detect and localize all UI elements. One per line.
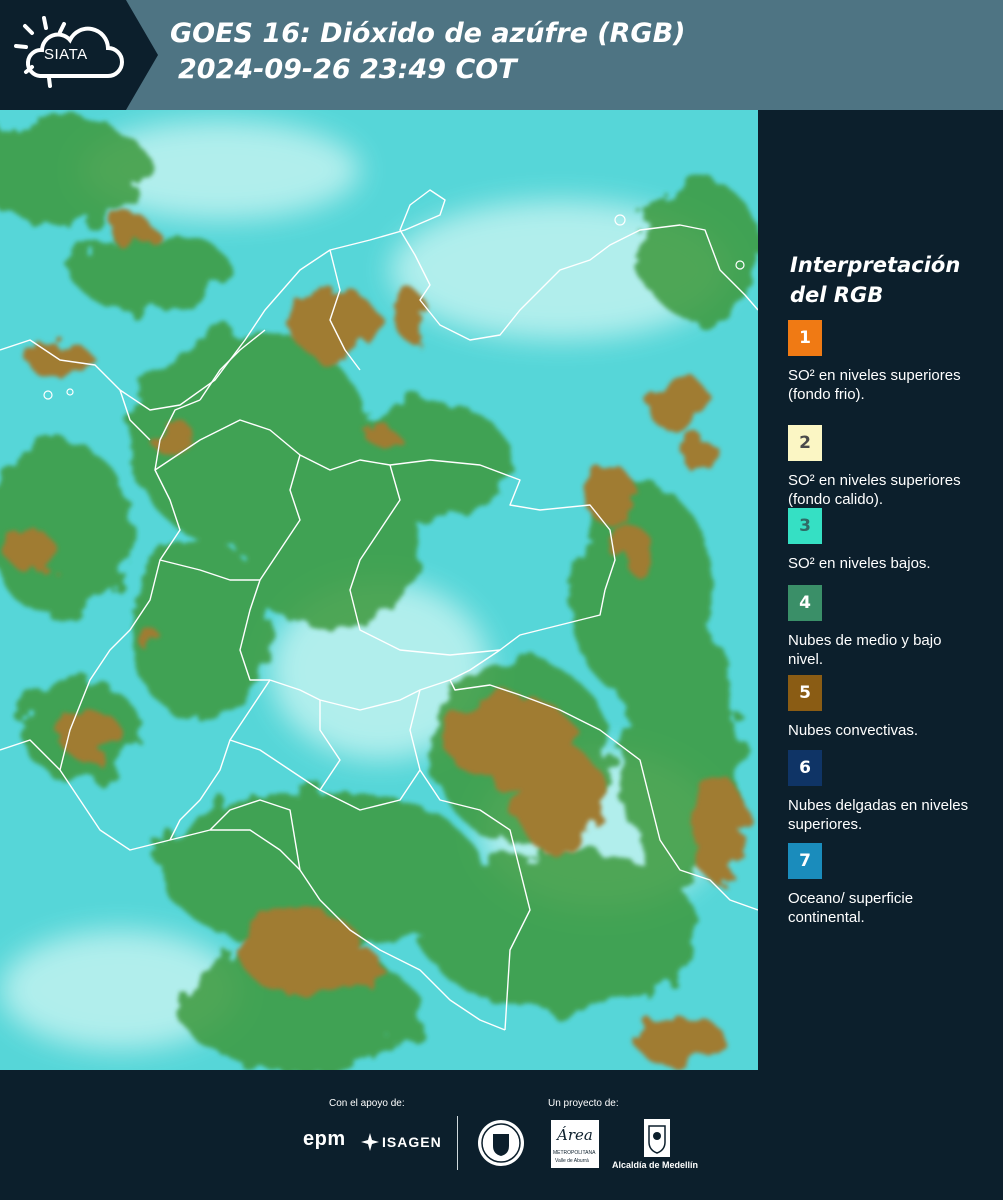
area-logo-text: Área — [557, 1126, 593, 1144]
legend-item-1: 1 SO² en niveles superiores (fondo frio). — [788, 320, 988, 404]
legend-panel: Interpretación del RGB 1 SO² en niveles s… — [758, 110, 1003, 1070]
legend-swatch: 2 — [788, 425, 822, 461]
alcaldia-shield-icon — [644, 1119, 670, 1157]
legend-label: Nubes delgadas en niveles superiores. — [788, 797, 969, 833]
legend-item-5: 5 Nubes convectivas. — [788, 675, 988, 740]
medellin-seal-icon — [478, 1120, 524, 1166]
epm-logo: epm — [303, 1128, 346, 1150]
area-logo-sub1: METROPOLITANA — [553, 1150, 596, 1156]
legend-label: Oceano/ superficie continental. — [788, 890, 914, 926]
header-bar: SIATA GOES 16: Dióxido de azúfre (RGB) 2… — [0, 0, 1003, 110]
legend-title: Interpretación del RGB — [790, 253, 961, 307]
legend-swatch: 4 — [788, 585, 822, 621]
legend-swatch: 7 — [788, 843, 822, 879]
footer: Con el apoyo de: Un proyecto de: epm ISA… — [0, 1070, 1003, 1200]
legend-label: Nubes convectivas. — [788, 722, 919, 739]
legend-item-7: 7 Oceano/ superficie continental. — [788, 843, 988, 927]
legend-item-3: 3 SO² en niveles bajos. — [788, 508, 988, 573]
legend-label: Nubes de medio y bajo nivel. — [788, 632, 942, 668]
legend-label: SO² en niveles superiores (fondo calido)… — [788, 472, 961, 508]
siata-logo-text: SIATA — [44, 46, 88, 63]
legend-item-6: 6 Nubes delgadas en niveles superiores. — [788, 750, 988, 834]
siata-logo-block: SIATA — [0, 0, 158, 110]
area-logo-sub2: Valle de Aburrá — [555, 1158, 589, 1164]
legend-item-4: 4 Nubes de medio y bajo nivel. — [788, 585, 988, 669]
legend-swatch: 5 — [788, 675, 822, 711]
title-timestamp: 2024-09-26 23:49 COT — [178, 54, 517, 85]
satellite-map[interactable] — [0, 110, 758, 1070]
legend-item-2: 2 SO² en niveles superiores (fondo calido… — [788, 425, 988, 509]
support-label: Con el apoyo de: — [329, 1098, 405, 1109]
legend-swatch: 1 — [788, 320, 822, 356]
legend-swatch: 3 — [788, 508, 822, 544]
legend-label: SO² en niveles bajos. — [788, 555, 931, 572]
alcaldia-logo-text: Alcaldía de Medellín — [612, 1160, 699, 1170]
page-title: GOES 16: Dióxido de azúfre (RGB) 2024-09… — [170, 16, 686, 88]
satellite-image — [0, 110, 758, 1070]
footer-divider — [457, 1116, 458, 1170]
legend-swatch: 6 — [788, 750, 822, 786]
area-metropolitana-logo: Área METROPOLITANA Valle de Aburrá — [551, 1120, 599, 1168]
isagen-logo: ISAGEN — [382, 1134, 442, 1150]
title-product: GOES 16: Dióxido de azúfre (RGB) — [170, 18, 686, 49]
legend-label: SO² en niveles superiores (fondo frio). — [788, 367, 961, 403]
project-label: Un proyecto de: — [548, 1098, 619, 1109]
isagen-logo-icon — [361, 1133, 379, 1151]
